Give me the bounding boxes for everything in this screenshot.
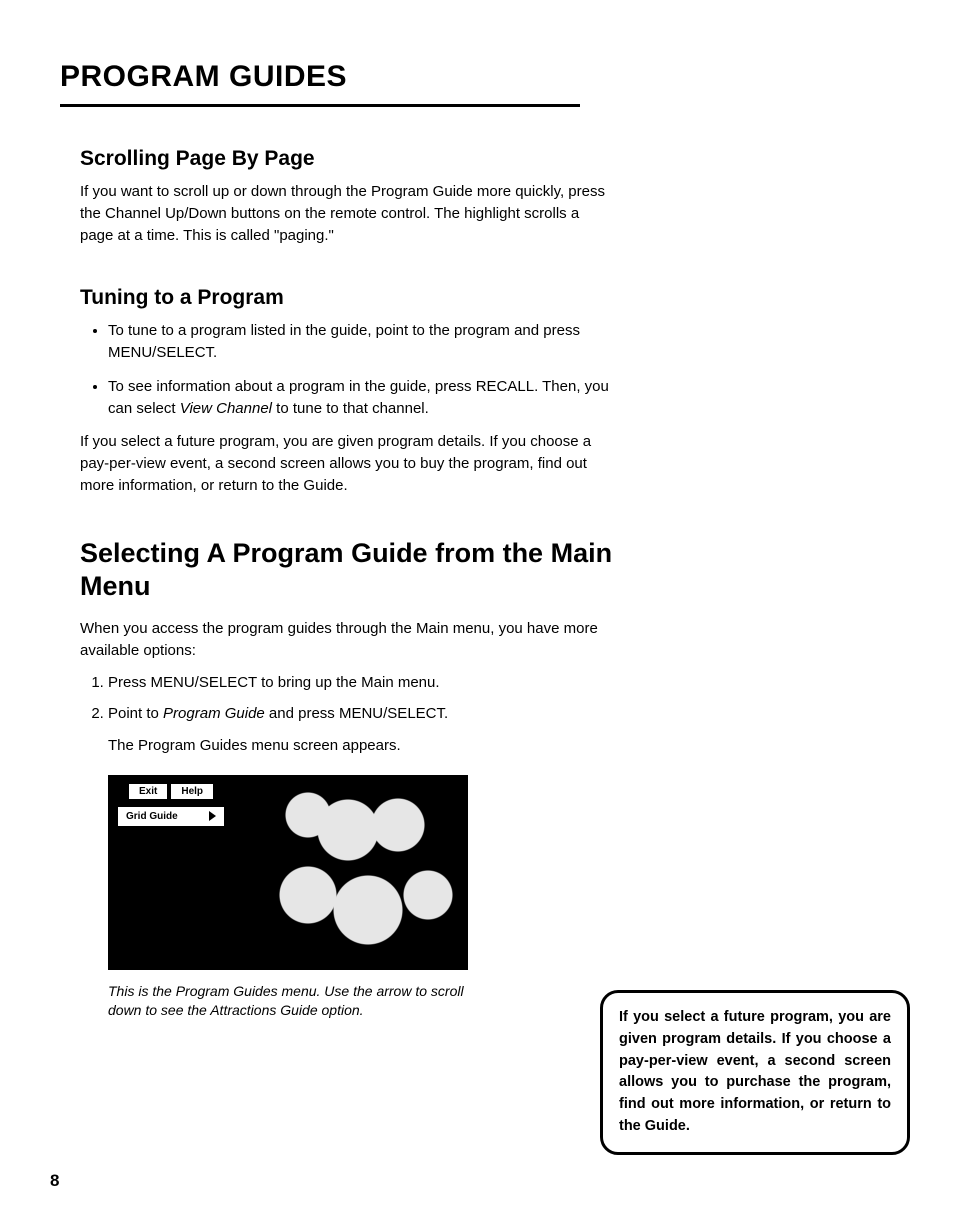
background-image [248,775,468,970]
bullet-list: To tune to a program listed in the guide… [80,320,620,419]
chevron-right-icon [209,811,216,821]
section-heading-scrolling: Scrolling Page By Page [80,147,620,171]
list-item: Point to Program Guide and press MENU/SE… [108,703,620,757]
body-text: When you access the program guides throu… [80,618,610,662]
list-item: To tune to a program listed in the guide… [108,320,620,364]
body-text: If you select a future program, you are … [80,431,610,496]
figure-caption: This is the Program Guides menu. Use the… [108,982,488,1021]
screenshot-tabs-row: Exit Help [128,783,214,800]
ordered-steps: Press MENU/SELECT to bring up the Main m… [80,672,620,757]
section-heading-tuning: Tuning to a Program [80,286,620,310]
main-column: PROGRAM GUIDES Scrolling Page By Page If… [60,60,620,1021]
list-item: Press MENU/SELECT to bring up the Main m… [108,672,620,694]
menu-item-grid-guide: Grid Guide [118,807,224,826]
page-number: 8 [50,1171,59,1191]
menu-item-label: Grid Guide [126,811,178,822]
sidebar-note: If you select a future program, you are … [600,990,910,1155]
tab-exit: Exit [128,783,168,800]
step-follow-text: The Program Guides menu screen appears. [108,735,620,757]
list-item: To see information about a program in th… [108,376,620,420]
manual-page: PROGRAM GUIDES Scrolling Page By Page If… [0,0,954,1221]
section-heading-selecting: Selecting A Program Guide from the Main … [80,537,620,605]
chapter-title: PROGRAM GUIDES [60,60,580,107]
list-item-text: To see information about a program in th… [108,378,609,417]
list-item-text: Point to Program Guide and press MENU/SE… [108,705,448,722]
embedded-screenshot: Exit Help Grid Guide [108,775,468,970]
body-text: If you want to scroll up or down through… [80,181,610,246]
tab-help: Help [170,783,214,800]
